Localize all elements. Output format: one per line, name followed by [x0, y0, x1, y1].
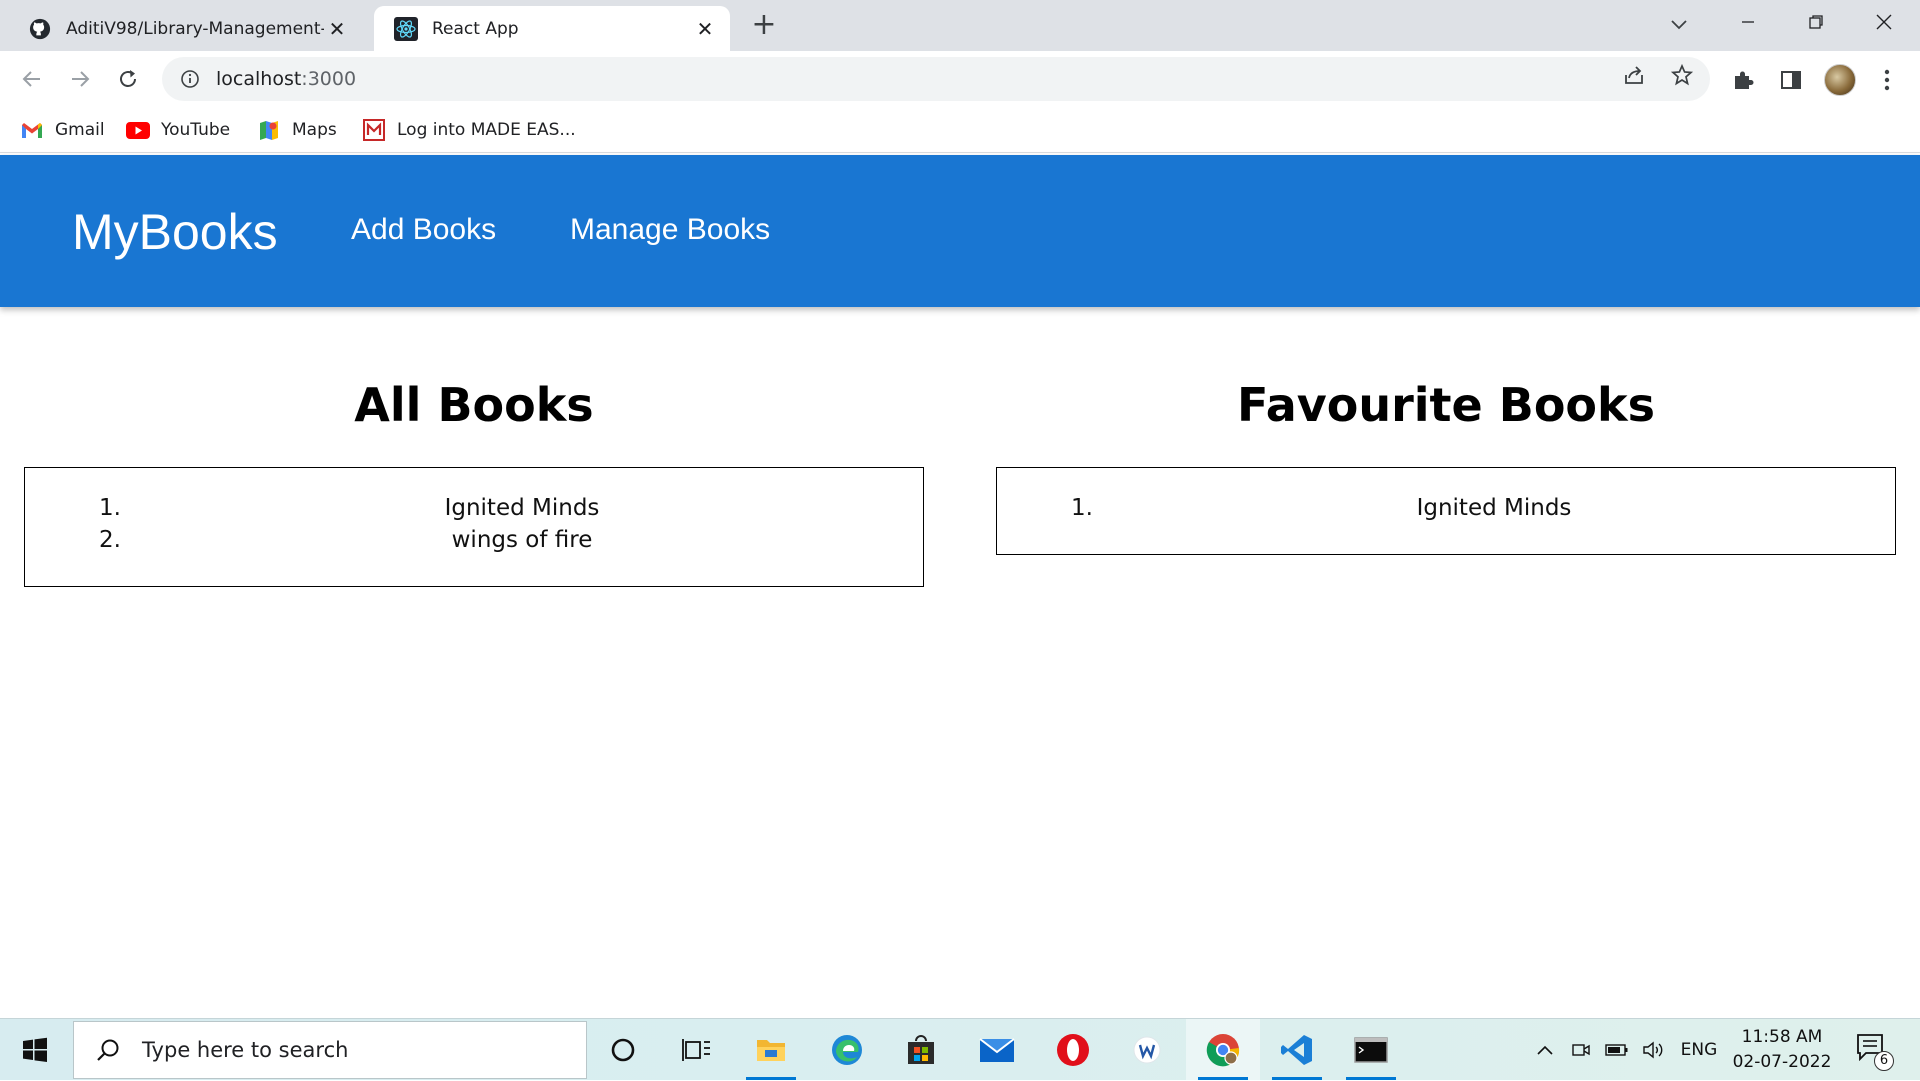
windows-taskbar: Type here to search ENG 11:58 AM 02-07-2… — [0, 1018, 1920, 1081]
meet-now-icon[interactable] — [1566, 1019, 1596, 1081]
brand-logo[interactable]: MyBooks — [72, 203, 278, 261]
bookmark-gmail[interactable]: Gmail — [20, 115, 105, 145]
list-number: 1. — [99, 495, 121, 521]
bookmark-made-easy[interactable]: Log into MADE EAS... — [362, 115, 576, 145]
terminal-icon[interactable] — [1334, 1019, 1408, 1081]
chevron-up-icon[interactable] — [1530, 1019, 1560, 1081]
file-explorer-icon[interactable] — [734, 1019, 808, 1081]
bookmark-youtube[interactable]: YouTube — [126, 115, 230, 145]
youtube-icon — [126, 120, 150, 140]
app-header: MyBooks Add Books Manage Books — [0, 155, 1920, 307]
share-icon[interactable] — [1620, 61, 1648, 89]
volume-icon[interactable] — [1638, 1019, 1670, 1081]
tab-title: React App — [432, 18, 519, 39]
clock-time: 11:58 AM — [1741, 1027, 1823, 1047]
clock-date: 02-07-2022 — [1732, 1052, 1832, 1072]
notification-badge: 6 — [1874, 1051, 1894, 1071]
edge-icon[interactable] — [810, 1019, 884, 1081]
bookmark-star-icon[interactable] — [1668, 61, 1696, 89]
tab-strip: AditiV98/Library-Management-Sy ✕ React A… — [0, 0, 1920, 51]
book-name: Ignited Minds — [1416, 495, 1572, 521]
search-placeholder: Type here to search — [142, 1038, 349, 1062]
all-books-heading: All Books — [354, 378, 594, 432]
tab-react-app[interactable]: React App ✕ — [374, 6, 730, 51]
taskbar-clock[interactable]: 11:58 AM 02-07-2022 — [1726, 1025, 1838, 1075]
app-icon[interactable] — [1110, 1019, 1184, 1081]
minimize-button[interactable] — [1714, 0, 1782, 44]
url-text: localhost:3000 — [216, 68, 356, 90]
url-host: localhost — [216, 68, 302, 90]
bookmark-label: Maps — [292, 120, 337, 140]
url-port: :3000 — [301, 68, 357, 90]
bookmark-label: Gmail — [55, 120, 105, 140]
language-indicator[interactable]: ENG — [1676, 1019, 1722, 1081]
nav-add-books[interactable]: Add Books — [351, 213, 496, 247]
bookmark-label: YouTube — [161, 120, 231, 140]
favourite-books-list: 1. Ignited Minds — [996, 467, 1896, 555]
task-view-icon[interactable] — [660, 1019, 734, 1081]
chrome-icon[interactable] — [1186, 1019, 1260, 1081]
list-item: 1. Ignited Minds — [25, 495, 923, 527]
start-button[interactable] — [0, 1019, 70, 1081]
reload-button[interactable] — [110, 61, 146, 97]
profile-avatar[interactable] — [1824, 64, 1856, 96]
extensions-puzzle-icon[interactable] — [1728, 65, 1758, 95]
close-window-button[interactable] — [1850, 0, 1918, 44]
taskbar-search-box[interactable]: Type here to search — [73, 1021, 587, 1079]
book-name: Ignited Minds — [444, 495, 600, 521]
new-tab-button[interactable]: + — [748, 10, 780, 42]
list-number: 1. — [1071, 495, 1093, 521]
favourite-books-heading: Favourite Books — [1237, 378, 1655, 432]
back-button[interactable] — [14, 61, 50, 97]
react-icon — [394, 16, 418, 41]
list-item: 1. Ignited Minds — [997, 495, 1895, 527]
opera-icon[interactable] — [1036, 1019, 1110, 1081]
close-tab-icon[interactable]: ✕ — [692, 16, 718, 42]
mail-icon[interactable] — [960, 1019, 1034, 1081]
made-easy-icon — [362, 119, 386, 141]
more-menu-icon[interactable] — [1872, 65, 1902, 95]
site-info-icon[interactable] — [178, 67, 202, 91]
vscode-icon[interactable] — [1260, 1019, 1334, 1081]
action-center-button[interactable]: 6 — [1856, 1033, 1894, 1071]
github-icon — [28, 17, 52, 41]
all-books-list: 1. Ignited Minds 2. wings of fire — [24, 467, 924, 587]
forward-button[interactable] — [62, 61, 98, 97]
list-item: 2. wings of fire — [25, 527, 923, 559]
close-tab-icon[interactable]: ✕ — [324, 16, 350, 42]
tab-search-chevron-icon[interactable] — [1662, 8, 1696, 42]
book-name: wings of fire — [451, 527, 593, 553]
bookmark-maps[interactable]: Maps — [257, 115, 337, 145]
bookmark-label: Log into MADE EAS... — [397, 120, 576, 140]
battery-icon[interactable] — [1602, 1019, 1632, 1081]
side-panel-icon[interactable] — [1776, 65, 1806, 95]
list-number: 2. — [99, 527, 121, 553]
maps-icon — [257, 120, 281, 140]
gmail-icon — [20, 120, 44, 140]
nav-manage-books[interactable]: Manage Books — [570, 213, 770, 247]
store-icon[interactable] — [884, 1019, 958, 1081]
tab-title: AditiV98/Library-Management-Sy — [66, 18, 324, 39]
search-icon — [92, 1034, 124, 1066]
tab-github[interactable]: AditiV98/Library-Management-Sy ✕ — [8, 6, 362, 51]
address-bar[interactable]: localhost:3000 — [162, 57, 1710, 101]
restore-button[interactable] — [1782, 0, 1850, 44]
cortana-icon[interactable] — [586, 1019, 660, 1081]
browser-toolbar: localhost:3000 — [0, 51, 1920, 105]
bookmarks-bar: Gmail YouTube Maps Log into MADE EAS... — [0, 105, 1920, 153]
